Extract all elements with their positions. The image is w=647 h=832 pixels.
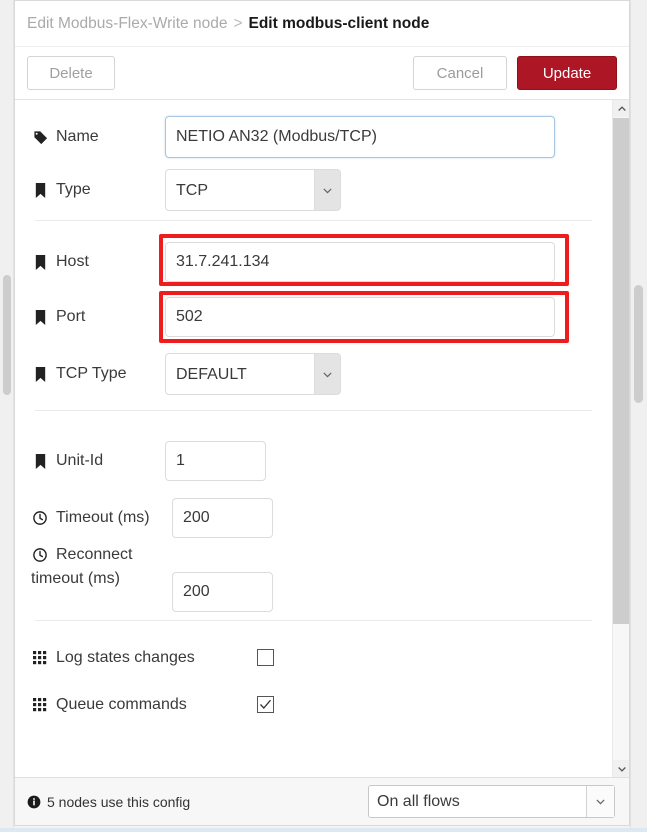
breadcrumb-current: Edit modbus-client node <box>248 14 430 32</box>
grid-icon <box>31 697 49 712</box>
log-states-checkbox[interactable] <box>257 649 274 666</box>
clock-icon <box>31 548 49 562</box>
config-form: Name Type TCP <box>15 100 612 777</box>
field-row-queue-commands: Queue commands <box>31 681 596 728</box>
field-row-tcp-type: TCP Type DEFAULT <box>31 344 596 404</box>
form-divider-2 <box>35 410 592 411</box>
breadcrumb-previous[interactable]: Edit Modbus-Flex-Write node <box>27 15 227 33</box>
config-usage-text: 5 nodes use this config <box>47 793 191 810</box>
reconnect-timeout-label-line2-wrap: timeout (ms) <box>31 570 172 588</box>
field-row-host: Host <box>31 234 596 290</box>
page-scrollbar-right-thumb[interactable] <box>634 285 643 403</box>
update-button[interactable]: Update <box>517 56 617 90</box>
dialog-panel: Edit Modbus-Flex-Write node > Edit modbu… <box>14 0 630 826</box>
tcp-type-select-wrap: DEFAULT <box>165 353 341 395</box>
reconnect-timeout-label-line2: timeout (ms) <box>31 570 120 587</box>
port-label-text: Port <box>56 308 86 325</box>
grid-icon <box>31 650 49 665</box>
field-row-port: Port <box>31 290 596 344</box>
scope-select[interactable]: On all flows <box>368 785 615 818</box>
type-select[interactable]: TCP <box>165 169 341 211</box>
host-input[interactable] <box>165 242 555 282</box>
scope-select-wrap: On all flows <box>368 785 615 818</box>
tag-icon <box>31 130 49 145</box>
form-scrollbar[interactable] <box>612 100 629 777</box>
log-states-label: Log states changes <box>31 649 257 667</box>
tcp-type-select[interactable]: DEFAULT <box>165 353 341 395</box>
scroll-down-arrow-icon[interactable] <box>613 760 629 777</box>
host-label-text: Host <box>56 253 89 270</box>
timeout-input[interactable] <box>172 497 273 538</box>
type-label: Type <box>31 181 165 199</box>
check-icon <box>260 699 271 709</box>
reconnect-timeout-label-line1-wrap: Reconnect <box>31 546 172 564</box>
name-label: Name <box>31 128 165 146</box>
reconnect-timeout-label-line1: Reconnect <box>56 546 133 563</box>
type-label-text: Type <box>56 181 91 198</box>
info-icon <box>27 795 41 809</box>
scroll-up-arrow-icon[interactable] <box>613 100 629 117</box>
queue-commands-checkbox[interactable] <box>257 696 274 713</box>
window-bottom-edge <box>0 828 647 832</box>
bookmark-icon <box>31 453 49 469</box>
tcp-type-label: TCP Type <box>31 365 165 383</box>
field-row-reconnect-timeout: Reconnect timeout (ms) <box>31 546 596 620</box>
field-row-timeout: Timeout (ms) <box>31 489 596 546</box>
queue-commands-label: Queue commands <box>31 696 257 714</box>
name-input[interactable] <box>165 116 555 158</box>
form-scrollbar-thumb[interactable] <box>613 118 629 624</box>
field-row-type: Type TCP <box>31 160 596 220</box>
dialog-footer: 5 nodes use this config On all flows <box>15 777 629 825</box>
reconnect-timeout-input[interactable] <box>172 572 273 612</box>
queue-commands-label-text: Queue commands <box>56 695 187 713</box>
timeout-label: Timeout (ms) <box>31 509 172 527</box>
breadcrumb-separator: > <box>233 14 243 32</box>
port-input[interactable] <box>165 297 555 337</box>
reconnect-timeout-label: Reconnect timeout (ms) <box>31 546 172 588</box>
bookmark-icon <box>31 254 49 270</box>
unit-id-label: Unit-Id <box>31 452 165 470</box>
name-label-text: Name <box>56 128 99 145</box>
page-scrollbar-left-thumb[interactable] <box>3 275 11 395</box>
log-states-label-text: Log states changes <box>56 648 195 666</box>
type-select-wrap: TCP <box>165 169 341 211</box>
port-label: Port <box>31 308 165 326</box>
field-row-name: Name <box>31 114 596 160</box>
host-label: Host <box>31 253 165 271</box>
page-scrollbar-right[interactable] <box>630 0 647 832</box>
unit-id-label-text: Unit-Id <box>56 452 104 469</box>
timeout-label-text: Timeout (ms) <box>56 508 150 526</box>
clock-icon <box>31 510 49 525</box>
modbus-client-config-dialog: Edit Modbus-Flex-Write node > Edit modbu… <box>0 0 647 832</box>
dialog-toolbar: Delete Cancel Update <box>15 47 629 100</box>
tcp-type-label-text: TCP Type <box>56 365 127 382</box>
delete-button[interactable]: Delete <box>27 56 115 90</box>
bookmark-icon <box>31 366 49 382</box>
config-usage-note: 5 nodes use this config <box>27 794 190 810</box>
form-divider-3 <box>35 620 592 621</box>
field-row-unit-id: Unit-Id <box>31 433 596 489</box>
dialog-body: Name Type TCP <box>15 100 629 777</box>
bookmark-icon <box>31 182 49 198</box>
field-row-log-states: Log states changes <box>31 634 596 681</box>
form-divider-1 <box>35 220 592 221</box>
breadcrumb: Edit Modbus-Flex-Write node > Edit modbu… <box>15 1 629 47</box>
page-scrollbar-left[interactable] <box>0 0 14 832</box>
cancel-button[interactable]: Cancel <box>413 56 507 90</box>
bookmark-icon <box>31 309 49 325</box>
unit-id-input[interactable] <box>165 441 266 481</box>
